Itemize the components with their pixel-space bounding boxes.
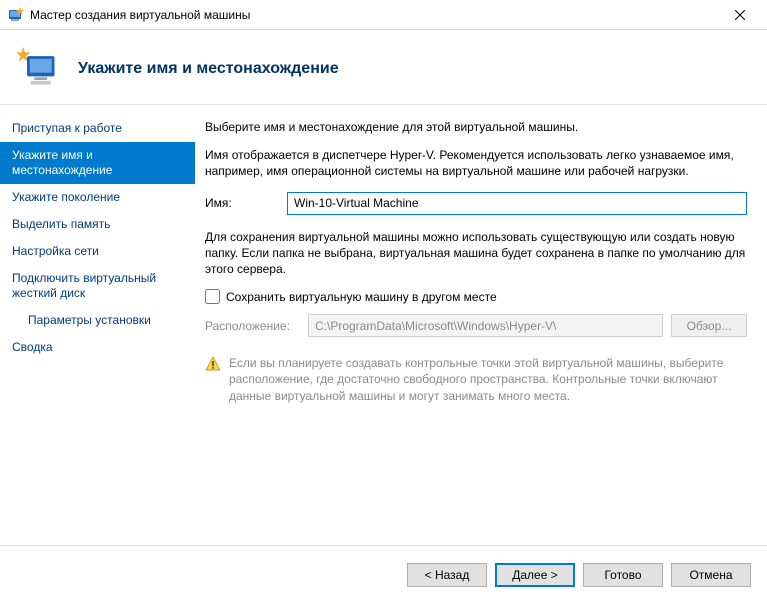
name-label: Имя: — [205, 196, 287, 210]
warning-text: Если вы планируете создавать контрольные… — [229, 355, 747, 404]
diff-location-checkbox[interactable] — [205, 289, 220, 304]
page-title: Укажите имя и местонахождение — [78, 60, 339, 78]
sidebar-item-network[interactable]: Настройка сети — [0, 238, 195, 265]
sidebar-item-generation[interactable]: Укажите поколение — [0, 184, 195, 211]
warning-row: Если вы планируете создавать контрольные… — [205, 355, 747, 404]
titlebar: Мастер создания виртуальной машины — [0, 0, 767, 30]
location-label: Расположение: — [205, 319, 300, 333]
location-row: Расположение: Обзор... — [205, 314, 747, 337]
back-button[interactable]: < Назад — [407, 563, 487, 587]
sidebar-item-name-location[interactable]: Укажите имя и местонахождение — [0, 142, 195, 184]
sidebar-item-memory[interactable]: Выделить память — [0, 211, 195, 238]
sidebar: Приступая к работе Укажите имя и местона… — [0, 105, 195, 545]
warning-icon — [205, 356, 221, 372]
name-row: Имя: — [205, 192, 747, 215]
body: Приступая к работе Укажите имя и местона… — [0, 105, 767, 545]
header: Укажите имя и местонахождение — [0, 30, 767, 105]
next-button[interactable]: Далее > — [495, 563, 575, 587]
intro-text: Выберите имя и местонахождение для этой … — [205, 119, 747, 135]
content-panel: Выберите имя и местонахождение для этой … — [195, 105, 767, 545]
finish-button[interactable]: Готово — [583, 563, 663, 587]
close-button[interactable] — [717, 1, 763, 29]
window-title: Мастер создания виртуальной машины — [30, 8, 250, 22]
vm-name-input[interactable] — [287, 192, 747, 215]
browse-button: Обзор... — [671, 314, 747, 337]
wizard-large-icon — [16, 47, 60, 91]
close-icon — [735, 10, 745, 20]
location-input — [308, 314, 663, 337]
sidebar-item-install-options[interactable]: Параметры установки — [0, 307, 195, 334]
diff-location-row: Сохранить виртуальную машину в другом ме… — [205, 289, 747, 304]
wizard-small-icon — [8, 7, 24, 23]
desc-text: Имя отображается в диспетчере Hyper-V. Р… — [205, 147, 747, 179]
storage-desc-text: Для сохранения виртуальной машины можно … — [205, 229, 747, 278]
sidebar-item-summary[interactable]: Сводка — [0, 334, 195, 361]
cancel-button[interactable]: Отмена — [671, 563, 751, 587]
sidebar-item-start[interactable]: Приступая к работе — [0, 115, 195, 142]
diff-location-label: Сохранить виртуальную машину в другом ме… — [226, 290, 497, 304]
sidebar-item-disk[interactable]: Подключить виртуальный жесткий диск — [0, 265, 195, 307]
footer: < Назад Далее > Готово Отмена — [0, 545, 767, 603]
